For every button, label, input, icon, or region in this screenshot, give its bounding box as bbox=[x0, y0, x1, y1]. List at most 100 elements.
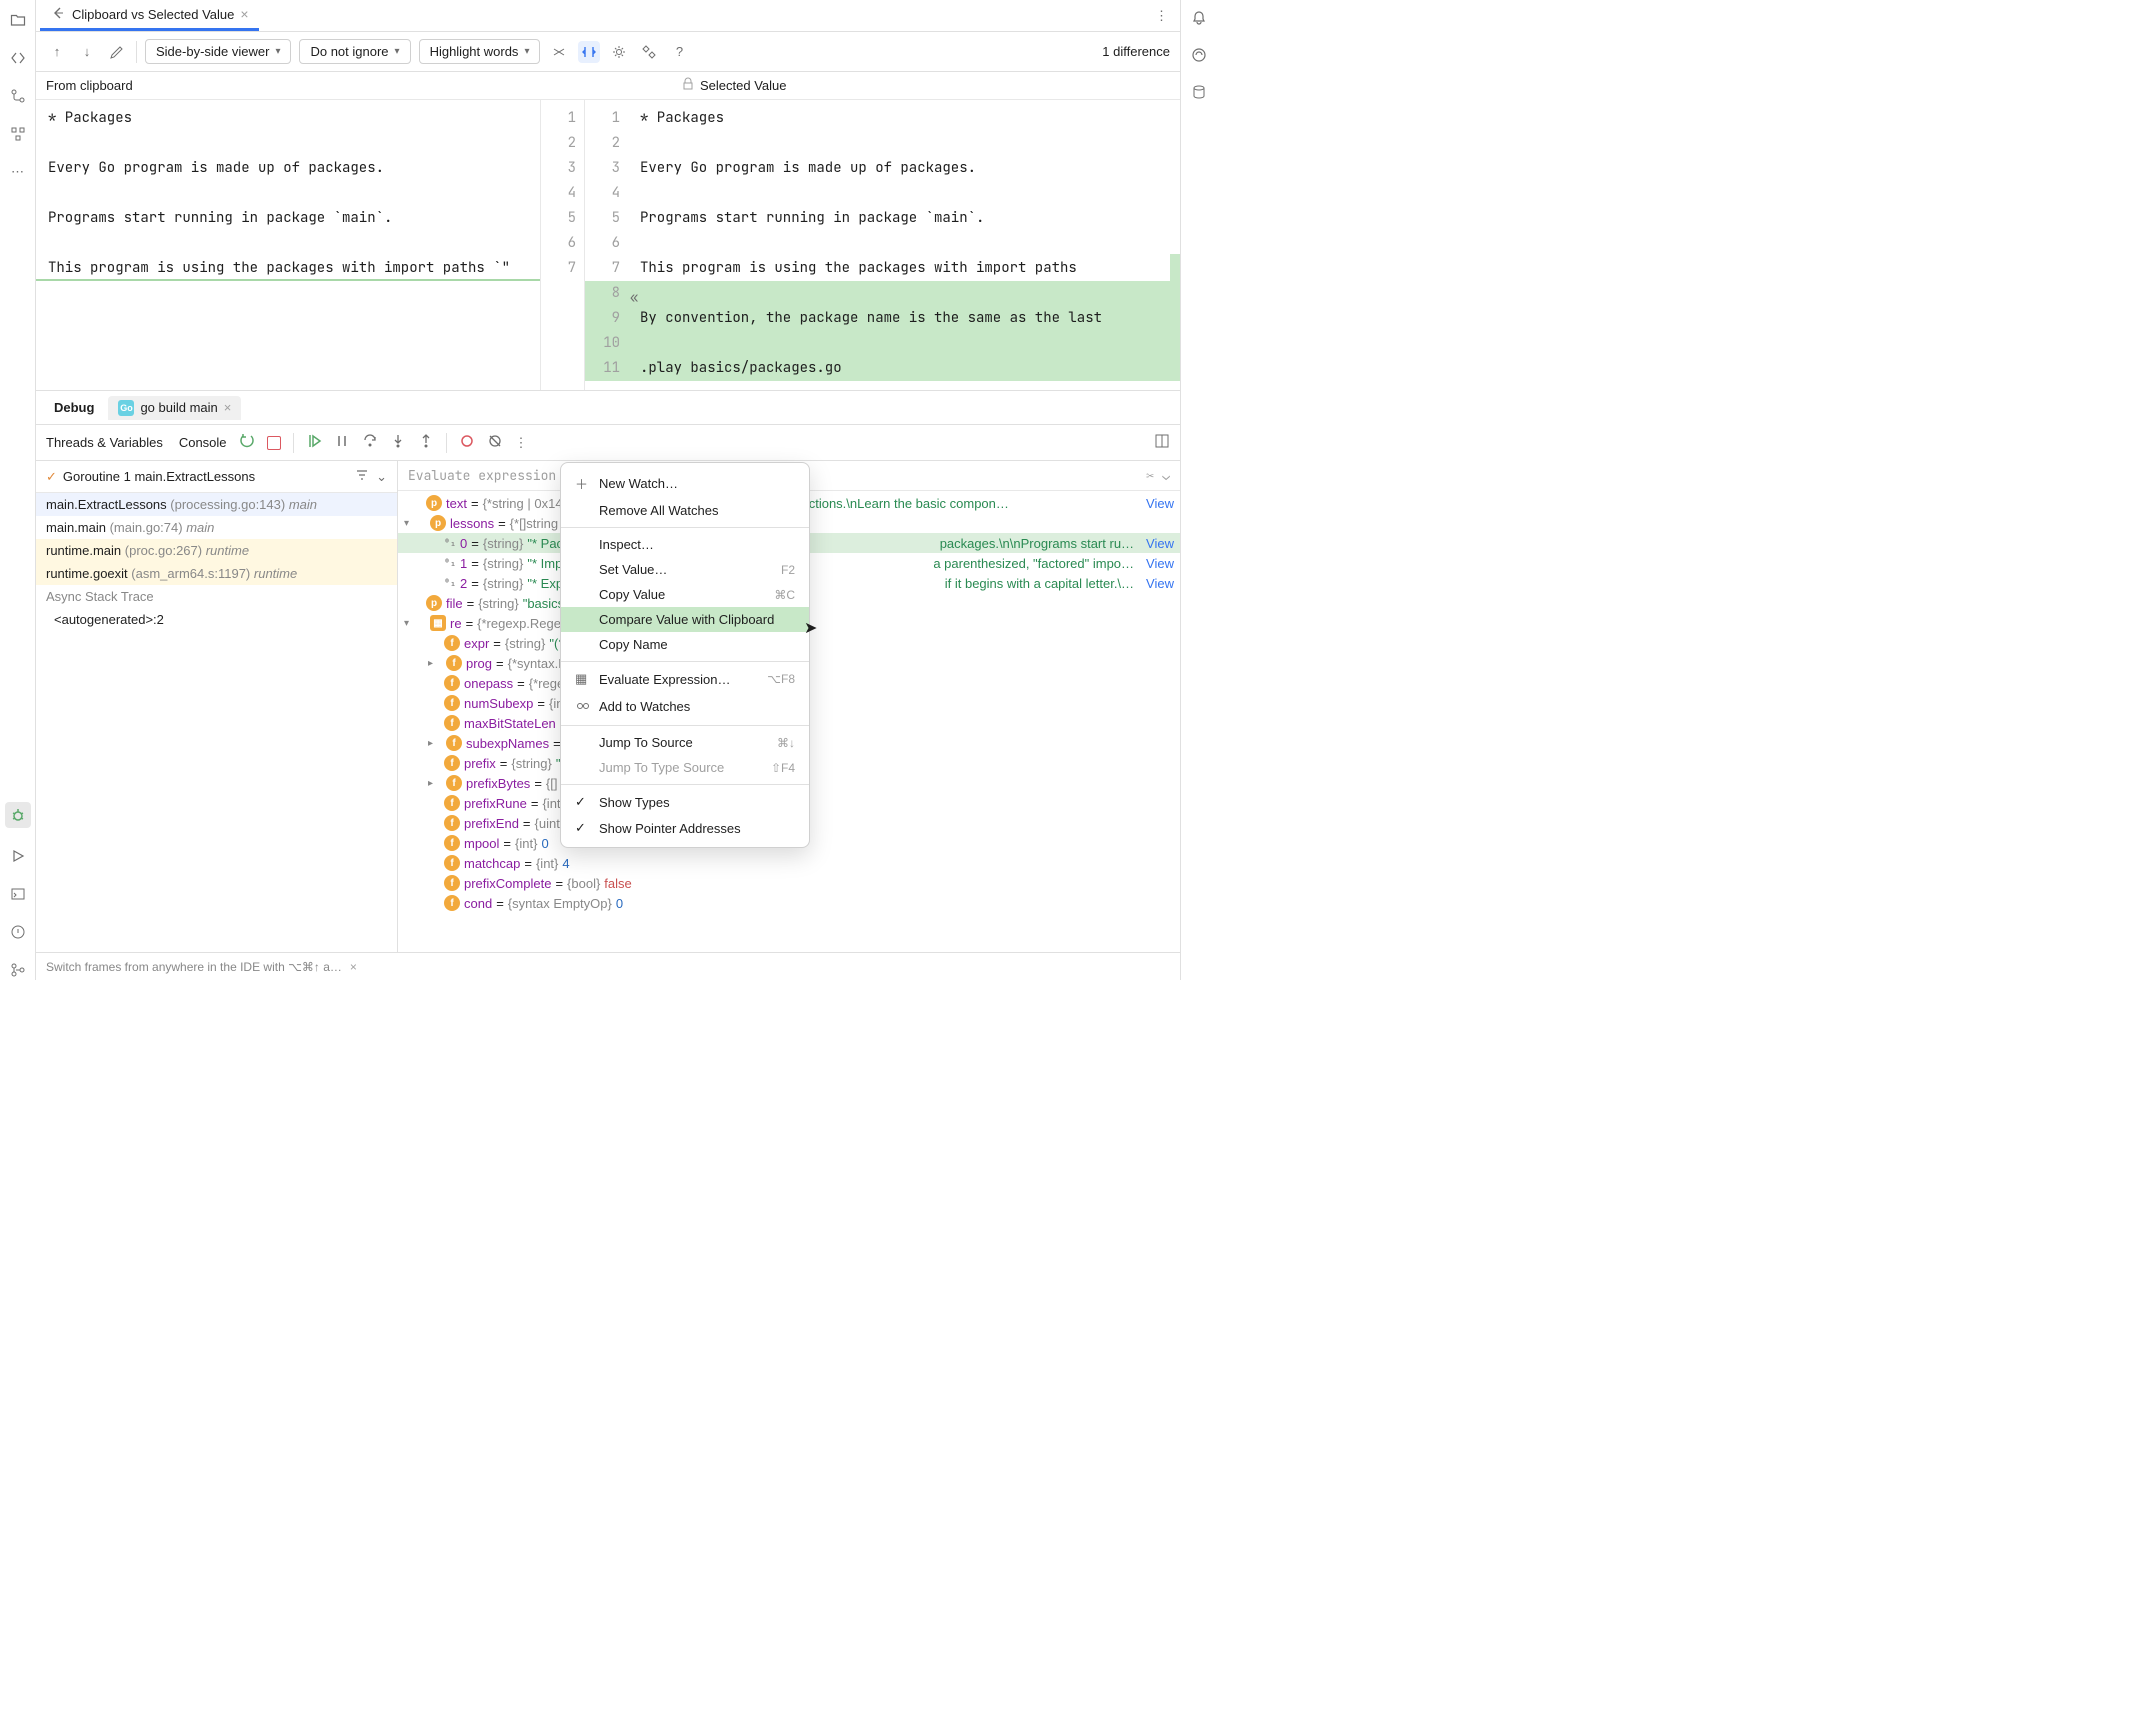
collapse-icon[interactable] bbox=[548, 41, 570, 63]
watch-dropdown-icon[interactable]: ⌄ bbox=[1162, 467, 1170, 484]
viewer-mode-dropdown[interactable]: Side-by-side viewer ▾ bbox=[145, 39, 291, 64]
console-tab[interactable]: Console bbox=[179, 435, 227, 450]
menu-jump-source[interactable]: Jump To Source⌘↓ bbox=[561, 730, 809, 755]
gear-icon[interactable] bbox=[608, 41, 630, 63]
status-bar: Switch frames from anywhere in the IDE w… bbox=[36, 952, 1180, 980]
tab-menu-icon[interactable]: ⋮ bbox=[1147, 8, 1176, 24]
var-row: f prefixComplete = {bool} false bbox=[398, 873, 1180, 893]
layout-icon[interactable] bbox=[1154, 433, 1170, 452]
filter-icon[interactable] bbox=[354, 467, 370, 486]
run-config-tab[interactable]: Go go build main × bbox=[108, 396, 241, 420]
tools-icon[interactable] bbox=[638, 41, 660, 63]
diff-right-pane[interactable]: * Packages Every Go program is made up o… bbox=[628, 100, 1180, 390]
menu-copy-value[interactable]: Copy Value⌘C bbox=[561, 582, 809, 607]
highlight-dropdown[interactable]: Highlight words ▾ bbox=[419, 39, 541, 64]
plus-icon: ＋ bbox=[575, 474, 591, 493]
caret-icon: ▾ bbox=[524, 46, 529, 57]
help-icon[interactable]: ? bbox=[668, 41, 690, 63]
resume-icon[interactable] bbox=[306, 433, 322, 452]
frame-row[interactable]: main.ExtractLessons (processing.go:143) … bbox=[36, 493, 397, 516]
editor-tabs: Clipboard vs Selected Value × ⋮ bbox=[36, 0, 1180, 32]
go-icon: Go bbox=[118, 400, 134, 416]
goroutine-header[interactable]: ✓ Goroutine 1 main.ExtractLessons ⌄ bbox=[36, 461, 397, 493]
more-icon[interactable]: ⋯ bbox=[8, 162, 28, 182]
cursor-icon: ➤ bbox=[804, 618, 817, 638]
folder-icon[interactable] bbox=[8, 10, 28, 30]
ai-icon[interactable] bbox=[1191, 47, 1207, 66]
diff-line bbox=[36, 181, 540, 206]
diff-line bbox=[628, 181, 1180, 206]
step-into-icon[interactable] bbox=[390, 433, 406, 452]
problems-icon[interactable] bbox=[8, 922, 28, 942]
debug-tabbar: Debug Go go build main × bbox=[36, 391, 1180, 425]
threads-tab[interactable]: Threads & Variables bbox=[46, 435, 163, 450]
sync-scroll-icon[interactable] bbox=[578, 41, 600, 63]
frame-row[interactable]: main.main (main.go:74) main bbox=[36, 516, 397, 539]
tab-close-icon[interactable]: × bbox=[240, 6, 248, 22]
scissors-icon[interactable]: ✂ bbox=[1146, 467, 1154, 484]
run-tab-close-icon[interactable]: × bbox=[224, 400, 232, 415]
diff-line: Programs start running in package `main`… bbox=[628, 206, 1180, 231]
menu-show-types[interactable]: ✓Show Types bbox=[561, 789, 809, 815]
git-icon[interactable] bbox=[8, 960, 28, 980]
menu-set-value[interactable]: Set Value…F2 bbox=[561, 557, 809, 582]
dropdown-icon[interactable]: ⌄ bbox=[376, 469, 387, 485]
database-icon[interactable] bbox=[1191, 84, 1207, 103]
debug-toolbar: Threads & Variables Console ⋮ bbox=[36, 425, 1180, 461]
pause-icon[interactable] bbox=[334, 433, 350, 452]
step-out-icon[interactable] bbox=[418, 433, 434, 452]
goroutine-title: Goroutine 1 main.ExtractLessons bbox=[63, 469, 348, 484]
diff-line: This program is using the packages with … bbox=[36, 256, 540, 281]
breakpoints-icon[interactable] bbox=[459, 433, 475, 452]
calculator-icon: ▦ bbox=[575, 671, 591, 687]
check-icon: ✓ bbox=[575, 794, 591, 810]
more-debug-icon[interactable]: ⋮ bbox=[515, 435, 528, 451]
debug-title: Debug bbox=[44, 400, 104, 415]
chevrons-icon[interactable] bbox=[8, 48, 28, 68]
menu-inspect[interactable]: Inspect… bbox=[561, 532, 809, 557]
collapse-chevron-icon[interactable]: « bbox=[630, 289, 638, 307]
autogen-frame[interactable]: <autogenerated>:2 bbox=[36, 608, 397, 631]
edit-icon[interactable] bbox=[106, 41, 128, 63]
step-over-icon[interactable] bbox=[362, 433, 378, 452]
menu-new-watch[interactable]: ＋New Watch… bbox=[561, 469, 809, 498]
next-diff-icon[interactable]: ↓ bbox=[76, 41, 98, 63]
status-close-icon[interactable]: × bbox=[350, 960, 357, 974]
prev-diff-icon[interactable]: ↑ bbox=[46, 41, 68, 63]
glasses-icon bbox=[575, 697, 591, 716]
notifications-icon[interactable] bbox=[1191, 10, 1207, 29]
rerun-icon[interactable] bbox=[239, 433, 255, 452]
stop-icon[interactable] bbox=[267, 436, 281, 450]
tab-clipboard-diff[interactable]: Clipboard vs Selected Value × bbox=[40, 0, 259, 31]
diff-marker bbox=[1170, 254, 1180, 374]
diff-toolbar: ↑ ↓ Side-by-side viewer ▾ Do not ignore … bbox=[36, 32, 1180, 72]
diff-body: * Packages Every Go program is made up o… bbox=[36, 100, 1180, 390]
menu-show-pointers[interactable]: ✓Show Pointer Addresses bbox=[561, 815, 809, 841]
diff-line-added: .play basics/packages.go bbox=[628, 356, 1180, 381]
frames-panel: ✓ Goroutine 1 main.ExtractLessons ⌄ main… bbox=[36, 461, 398, 952]
menu-add-watch[interactable]: Add to Watches bbox=[561, 692, 809, 721]
diff-right-title: Selected Value bbox=[700, 78, 787, 93]
run-icon[interactable] bbox=[8, 846, 28, 866]
menu-remove-watches[interactable]: Remove All Watches bbox=[561, 498, 809, 523]
left-gutter: 1 2 3 4 5 6 7 bbox=[540, 100, 584, 390]
menu-copy-name[interactable]: Copy Name bbox=[561, 632, 809, 657]
diff-back-icon bbox=[50, 5, 66, 24]
vcs-icon[interactable] bbox=[8, 86, 28, 106]
terminal-icon[interactable] bbox=[8, 884, 28, 904]
diff-count: 1 difference bbox=[1102, 44, 1170, 59]
status-text: Switch frames from anywhere in the IDE w… bbox=[46, 960, 342, 974]
structure-icon[interactable] bbox=[8, 124, 28, 144]
ignore-label: Do not ignore bbox=[310, 44, 388, 59]
ignore-dropdown[interactable]: Do not ignore ▾ bbox=[299, 39, 410, 64]
frame-row[interactable]: runtime.goexit (asm_arm64.s:1197) runtim… bbox=[36, 562, 397, 585]
menu-evaluate[interactable]: ▦Evaluate Expression…⌥F8 bbox=[561, 666, 809, 692]
mute-bp-icon[interactable] bbox=[487, 433, 503, 452]
diff-line-added: By convention, the package name is the s… bbox=[628, 306, 1180, 331]
diff-left-pane[interactable]: * Packages Every Go program is made up o… bbox=[36, 100, 540, 390]
menu-compare-clipboard[interactable]: Compare Value with Clipboard bbox=[561, 607, 809, 632]
frame-row[interactable]: runtime.main (proc.go:267) runtime bbox=[36, 539, 397, 562]
debug-icon[interactable] bbox=[5, 802, 31, 828]
diff-line-added bbox=[628, 281, 1180, 306]
caret-icon: ▾ bbox=[395, 46, 400, 57]
